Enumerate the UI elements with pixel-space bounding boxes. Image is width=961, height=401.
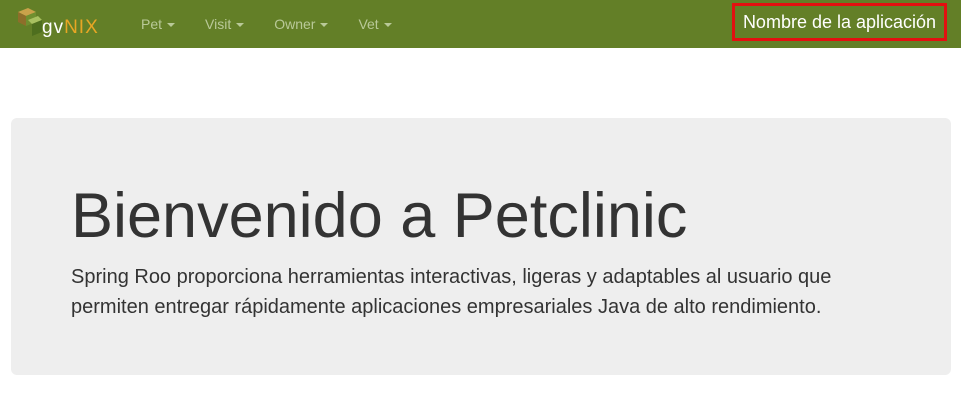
menu-item-vet[interactable]: Vet <box>343 0 406 48</box>
menu-item-owner[interactable]: Owner <box>259 0 343 48</box>
main-menu: Pet Visit Owner Vet <box>126 0 407 48</box>
chevron-down-icon <box>167 23 176 27</box>
brand-nix-text: NIX <box>64 17 99 38</box>
page-title: Bienvenido a Petclinic <box>71 181 688 251</box>
menu-item-label: Owner <box>274 16 316 32</box>
brand-wordmark: gvNIX <box>42 18 99 37</box>
chevron-down-icon <box>383 23 392 27</box>
brand-gv-text: gv <box>42 17 65 38</box>
chevron-down-icon <box>236 23 245 27</box>
top-navbar: gvNIX Pet Visit Owner Vet Nombre de la a… <box>0 0 961 48</box>
menu-item-label: Vet <box>358 16 379 32</box>
menu-item-visit[interactable]: Visit <box>190 0 259 48</box>
gvnix-logo-icon <box>18 8 42 36</box>
menu-item-pet[interactable]: Pet <box>126 0 190 48</box>
welcome-description: Spring Roo proporciona herramientas inte… <box>71 266 832 318</box>
chevron-down-icon <box>320 23 329 27</box>
menu-item-label: Pet <box>141 16 163 32</box>
menu-item-label: Visit <box>205 16 232 32</box>
app-name-link[interactable]: Nombre de la aplicación <box>732 3 947 41</box>
welcome-jumbotron: Bienvenido a Petclinic Spring Roo propor… <box>11 118 951 375</box>
brand-logo[interactable]: gvNIX <box>14 6 114 42</box>
